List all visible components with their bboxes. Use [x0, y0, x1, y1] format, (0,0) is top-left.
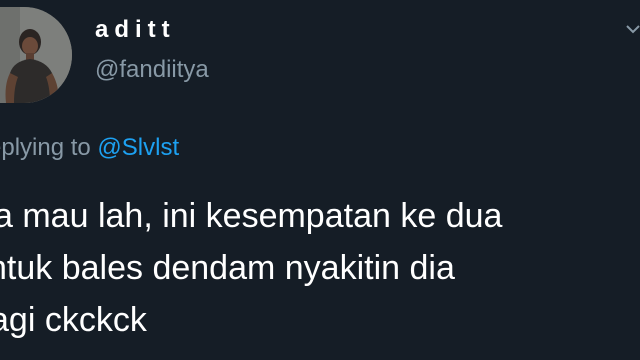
user-handle[interactable]: @fandiitya: [95, 56, 209, 84]
tweet-text-line: agi ckckck: [0, 301, 147, 339]
chevron-down-icon[interactable]: [626, 22, 640, 36]
tweet-text: a mau lah, ini kesempatan ke dua ntuk ba…: [0, 190, 640, 346]
avatar[interactable]: [0, 7, 72, 103]
tweet-card: aditt @fandiitya eplying to @Slvlst a ma…: [0, 0, 640, 360]
tweet-text-line: ntuk bales dendam nyakitin dia: [0, 249, 455, 287]
display-name[interactable]: aditt: [95, 16, 176, 44]
replying-to-label: eplying to: [0, 134, 91, 161]
user-photo-icon: [0, 7, 72, 103]
tweet-text-line: a mau lah, ini kesempatan ke dua: [0, 197, 503, 235]
replying-to: eplying to @Slvlst: [0, 134, 179, 162]
reply-mention-link[interactable]: @Slvlst: [97, 134, 179, 161]
